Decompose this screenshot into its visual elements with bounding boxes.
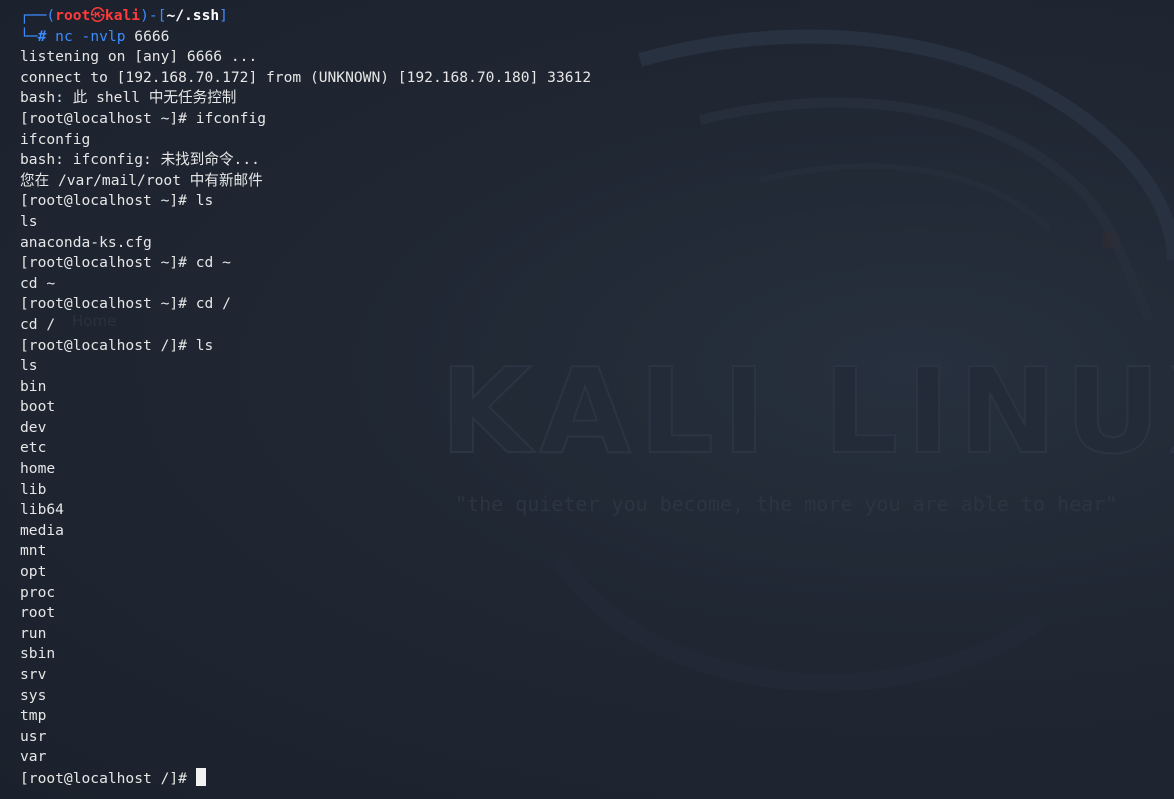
command-port: 6666 — [134, 27, 170, 45]
prompt-line-bottom: └─# nc -nvlp 6666 — [20, 27, 1174, 48]
prompt-close-bracket: ] — [219, 7, 228, 24]
current-prompt-line[interactable]: [root@localhost /]# — [20, 767, 1174, 789]
output-line: anaconda-ks.cfg — [20, 233, 152, 251]
output-line: usr — [20, 727, 47, 745]
prompt-directory: ~/.ssh — [166, 7, 220, 24]
output-line: [root@localhost ~]# ifconfig — [20, 109, 267, 127]
prompt-line-top: ┌──(root㉿kali)-[~/.ssh] — [20, 6, 1174, 27]
current-prompt: [root@localhost /]# — [20, 769, 196, 787]
output-line: bash: ifconfig: 未找到命令... — [20, 151, 260, 169]
output-line: tmp — [20, 707, 47, 725]
output-line: ifconfig — [20, 130, 91, 148]
output-line: mnt — [20, 542, 47, 560]
prompt-hash: # — [37, 27, 47, 45]
output-line: lib — [20, 480, 47, 498]
output-line: srv — [20, 666, 47, 683]
prompt-frame-bottom: └─ — [20, 27, 38, 45]
terminal-window[interactable]: Home KALI LINUX "the quieter you become,… — [0, 0, 1174, 799]
output-line: [root@localhost ~]# cd ~ — [20, 254, 231, 272]
output-line: sbin — [20, 645, 56, 663]
output-line: [root@localhost /]# ls — [20, 336, 214, 354]
output-line: connect to [192.168.70.172] from (UNKNOW… — [20, 68, 592, 86]
prompt-user: root — [55, 7, 91, 24]
output-line: cd ~ — [20, 274, 56, 292]
output-line: sys — [20, 686, 47, 704]
output-line: 您在 /var/mail/root 中有新邮件 — [20, 171, 263, 189]
prompt-skull-icon: ㉿ — [90, 7, 105, 24]
output-line: boot — [20, 398, 56, 416]
output-line: etc — [20, 439, 47, 457]
output-line: bash: 此 shell 中无任务控制 — [20, 89, 237, 107]
output-line: var — [20, 748, 47, 766]
output-line: listening on [any] 6666 ... — [20, 48, 258, 66]
output-line: ls — [20, 212, 38, 230]
output-line: media — [20, 521, 64, 539]
output-line: run — [20, 624, 47, 642]
output-line: cd / — [20, 315, 56, 333]
command-flags: -nvlp — [81, 27, 126, 45]
prompt-frame-top: ┌──( — [20, 7, 56, 24]
output-line: home — [20, 460, 56, 478]
output-line: opt — [20, 563, 47, 581]
terminal-output: ┌──(root㉿kali)-[~/.ssh] └─# nc -nvlp 666… — [20, 6, 1174, 789]
output-line: dev — [20, 418, 47, 436]
command-name: nc — [55, 27, 73, 45]
text-cursor[interactable] — [195, 767, 206, 786]
output-line: root — [20, 604, 56, 622]
output-line: lib64 — [20, 501, 64, 519]
output-line: [root@localhost ~]# ls — [20, 192, 214, 210]
prompt-host: kali — [104, 7, 141, 24]
prompt-separator: )-[ — [140, 7, 167, 24]
output-line: [root@localhost ~]# cd / — [20, 295, 231, 313]
output-line: bin — [20, 377, 47, 395]
output-line: ls — [20, 357, 38, 375]
output-line: proc — [20, 583, 56, 601]
